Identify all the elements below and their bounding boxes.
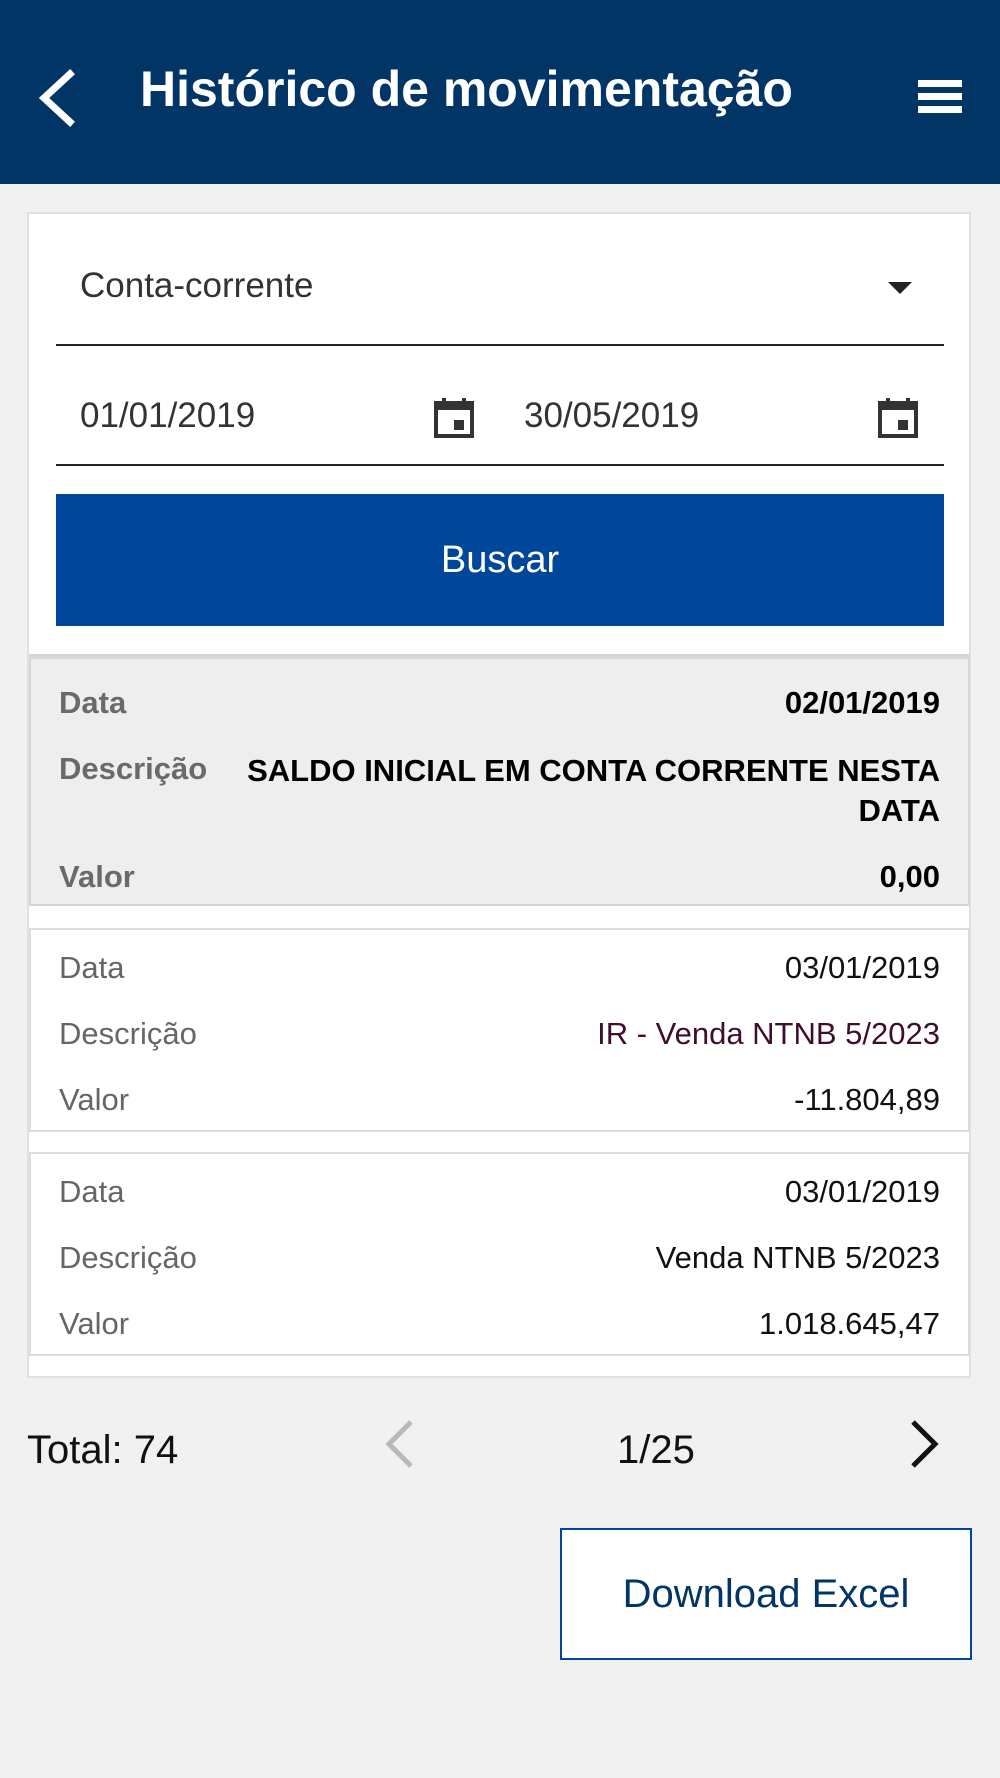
- menu-button[interactable]: [912, 74, 968, 124]
- value-label: Valor: [59, 859, 135, 894]
- transaction-card[interactable]: Data 03/01/2019 Descrição Venda NTNB 5/2…: [29, 1152, 970, 1356]
- chevron-right-icon: [911, 1420, 939, 1468]
- transaction-card[interactable]: Data 03/01/2019 Descrição IR - Venda NTN…: [29, 928, 970, 1132]
- page-title: Histórico de movimentação: [140, 61, 793, 117]
- amount-value: -11.804,89: [794, 1082, 940, 1117]
- date-value: 02/01/2019: [784, 685, 940, 720]
- download-excel-button[interactable]: Download Excel: [560, 1528, 972, 1660]
- date-label: Data: [59, 685, 127, 720]
- chevron-left-icon: [385, 1420, 413, 1468]
- transaction-card[interactable]: Data 02/01/2019 Descrição SALDO INICIAL …: [29, 654, 970, 906]
- description-label: Descrição: [59, 1016, 197, 1051]
- description-value: Venda NTNB 5/2023: [655, 1240, 940, 1275]
- account-type-value: Conta-corrente: [80, 266, 314, 305]
- description-label: Descrição: [59, 1240, 197, 1275]
- back-button[interactable]: [28, 56, 88, 136]
- description-value: SALDO INICIAL EM CONTA CORRENTE NESTA DA…: [247, 753, 940, 828]
- app-header: Histórico de movimentação: [0, 0, 1000, 184]
- value-label: Valor: [59, 1082, 130, 1117]
- description-value: IR - Venda NTNB 5/2023: [597, 1016, 940, 1051]
- amount-value: 0,00: [879, 859, 940, 894]
- description-label: Descrição: [59, 751, 208, 786]
- start-date-input[interactable]: 01/01/2019: [80, 396, 255, 436]
- date-label: Data: [59, 950, 125, 985]
- previous-page-button[interactable]: [377, 1414, 427, 1474]
- date-range: 01/01/2019 30/05/2019: [56, 346, 944, 466]
- chevron-left-icon: [38, 69, 75, 127]
- next-page-button[interactable]: [897, 1414, 947, 1474]
- hamburger-menu-icon: [918, 80, 962, 113]
- pagination: Total: 74 1/25: [27, 1400, 971, 1500]
- date-value: 03/01/2019: [784, 1174, 940, 1209]
- total-count: Total: 74: [27, 1428, 179, 1472]
- value-label: Valor: [59, 1306, 130, 1341]
- calendar-icon[interactable]: [432, 396, 476, 440]
- end-date-input[interactable]: 30/05/2019: [524, 396, 699, 436]
- date-label: Data: [59, 1174, 125, 1209]
- date-value: 03/01/2019: [784, 950, 940, 985]
- search-button[interactable]: Buscar: [56, 494, 944, 626]
- caret-down-icon: [888, 282, 912, 294]
- amount-value: 1.018.645,47: [758, 1306, 940, 1341]
- page-indicator: 1/25: [617, 1428, 695, 1472]
- calendar-icon[interactable]: [876, 396, 920, 440]
- account-type-select[interactable]: Conta-corrente: [56, 240, 944, 346]
